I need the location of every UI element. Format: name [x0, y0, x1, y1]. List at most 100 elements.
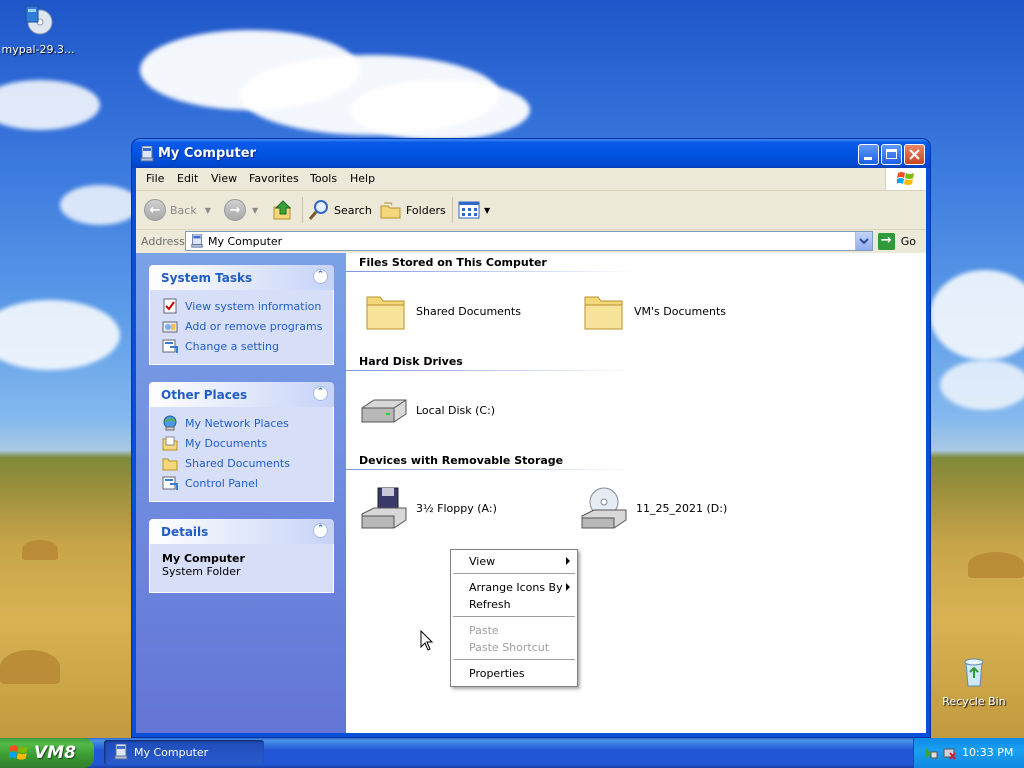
task-label: Change a setting	[185, 339, 279, 353]
search-icon	[308, 200, 328, 220]
group-header-removable: Devices with Removable Storage	[359, 454, 564, 467]
item-vm-documents[interactable]: VM's Documents	[582, 289, 726, 333]
search-button[interactable]: Search	[308, 197, 372, 223]
task-add-remove-programs[interactable]: Add or remove programs	[162, 316, 333, 336]
place-label: Control Panel	[185, 476, 258, 490]
item-cd-drive-d[interactable]: 11_25_2021 (D:)	[580, 486, 727, 530]
menu-help[interactable]: Help	[350, 172, 375, 185]
details-header[interactable]: Details ⌃	[149, 519, 334, 544]
window-titlebar[interactable]: My Computer	[132, 139, 930, 168]
forward-button[interactable]: → ▼	[224, 197, 258, 223]
context-menu: View Arrange Icons By Refresh Paste Past…	[450, 549, 578, 687]
windows-logo	[885, 168, 926, 190]
place-my-documents[interactable]: My Documents	[162, 433, 333, 453]
back-arrow-icon: ←	[144, 199, 166, 221]
minimize-button[interactable]	[858, 144, 879, 165]
go-label: Go	[900, 234, 916, 248]
submenu-arrow-icon	[566, 557, 570, 565]
place-my-network-places[interactable]: My Network Places	[162, 413, 333, 433]
cloud	[0, 80, 100, 130]
system-tray: 10:33 PM	[913, 738, 1024, 768]
details-type: System Folder	[162, 565, 241, 578]
other-places-list: My Network Places My Documents Shared Do…	[149, 407, 334, 502]
go-button[interactable]: → Go	[877, 232, 916, 250]
chevron-down-icon	[859, 238, 869, 245]
clock[interactable]: 10:33 PM	[962, 746, 1013, 759]
place-shared-documents[interactable]: Shared Documents	[162, 453, 333, 473]
views-button[interactable]: ▼	[458, 197, 490, 223]
close-icon	[909, 149, 920, 160]
content-pane[interactable]: Files Stored on This Computer Shared Doc…	[346, 253, 926, 733]
collapse-chevron-icon[interactable]: ⌃	[313, 269, 328, 284]
folders-label: Folders	[406, 203, 446, 217]
task-view-system-info[interactable]: View system information	[162, 296, 333, 316]
network-tray-icon[interactable]	[924, 746, 938, 760]
toolbar: ← Back ▼ → ▼ Search Folders ▼	[136, 191, 926, 230]
item-shared-documents[interactable]: Shared Documents	[364, 289, 521, 333]
item-local-disk-c[interactable]: Local Disk (C:)	[360, 388, 495, 432]
menu-tools[interactable]: Tools	[310, 172, 337, 185]
place-label: My Documents	[185, 436, 268, 450]
desktop-icon-recycle-bin[interactable]: Recycle Bin	[936, 656, 1012, 708]
back-button[interactable]: ← Back ▼	[144, 197, 211, 223]
toolbar-separator	[302, 197, 303, 223]
my-computer-icon	[140, 146, 154, 162]
system-tasks-header[interactable]: System Tasks ⌃	[149, 265, 334, 290]
item-label: Shared Documents	[416, 304, 521, 318]
task-change-setting[interactable]: Change a setting	[162, 336, 333, 356]
address-input[interactable]: My Computer	[185, 231, 873, 251]
up-button[interactable]	[272, 197, 294, 223]
start-button[interactable]: VM8	[0, 738, 94, 768]
hay-bale	[22, 540, 58, 560]
desktop-icon-mypal[interactable]: mypal-29.3...	[0, 4, 76, 56]
collapse-chevron-icon[interactable]: ⌃	[313, 386, 328, 401]
group-divider	[346, 469, 636, 470]
place-control-panel[interactable]: Control Panel	[162, 473, 333, 493]
views-dropdown-icon: ▼	[484, 205, 491, 215]
back-dropdown-icon[interactable]: ▼	[205, 206, 211, 215]
cloud	[350, 80, 530, 140]
group-header-hard-disks: Hard Disk Drives	[359, 355, 463, 368]
desktop-icon-label: Recycle Bin	[942, 695, 1006, 708]
other-places-header[interactable]: Other Places ⌃	[149, 382, 334, 407]
go-arrow-icon: →	[877, 232, 895, 250]
menu-edit[interactable]: Edit	[177, 172, 198, 185]
menu-separator	[453, 616, 575, 617]
close-button[interactable]	[904, 144, 925, 165]
context-menu-paste-shortcut: Paste Shortcut	[469, 641, 550, 654]
item-floppy-a[interactable]: 3½ Floppy (A:)	[360, 486, 497, 530]
window-title: My Computer	[158, 146, 256, 161]
hay-bale	[968, 552, 1024, 578]
menu-view[interactable]: View	[211, 172, 237, 185]
taskbar-window-button[interactable]: My Computer	[104, 740, 264, 765]
mouse-cursor-icon	[420, 630, 434, 651]
context-menu-arrange-icons-by[interactable]: Arrange Icons By	[469, 581, 563, 594]
address-value: My Computer	[208, 235, 283, 248]
installer-disc-icon	[25, 5, 53, 35]
cd-drive-icon	[581, 487, 627, 529]
desktop-icon-label: mypal-29.3...	[1, 43, 75, 56]
windows-flag-icon	[9, 745, 28, 760]
maximize-button[interactable]	[881, 144, 902, 165]
control-panel-icon	[162, 339, 178, 353]
menu-file[interactable]: File	[146, 172, 164, 185]
forward-arrow-icon: →	[224, 199, 246, 221]
system-tasks-list: View system information Add or remove pr…	[149, 290, 334, 365]
safely-remove-hardware-icon[interactable]	[942, 746, 956, 760]
add-remove-programs-icon	[162, 321, 178, 333]
menu-favorites[interactable]: Favorites	[249, 172, 299, 185]
context-menu-properties[interactable]: Properties	[469, 667, 525, 680]
cloud	[930, 270, 1024, 360]
group-divider	[346, 370, 636, 371]
collapse-chevron-icon[interactable]: ⌃	[313, 523, 328, 538]
folders-button[interactable]: Folders	[380, 197, 446, 223]
address-bar: Address My Computer → Go	[136, 230, 926, 252]
hay-bale	[0, 650, 60, 684]
context-menu-refresh[interactable]: Refresh	[469, 598, 511, 611]
start-label: VM8	[34, 743, 76, 763]
task-pane: System Tasks ⌃ View system information A…	[136, 253, 346, 733]
context-menu-view[interactable]: View	[469, 555, 495, 568]
details-box: Details ⌃ My Computer System Folder	[149, 519, 334, 593]
forward-dropdown-icon[interactable]: ▼	[252, 206, 258, 215]
address-dropdown-button[interactable]	[855, 232, 872, 250]
